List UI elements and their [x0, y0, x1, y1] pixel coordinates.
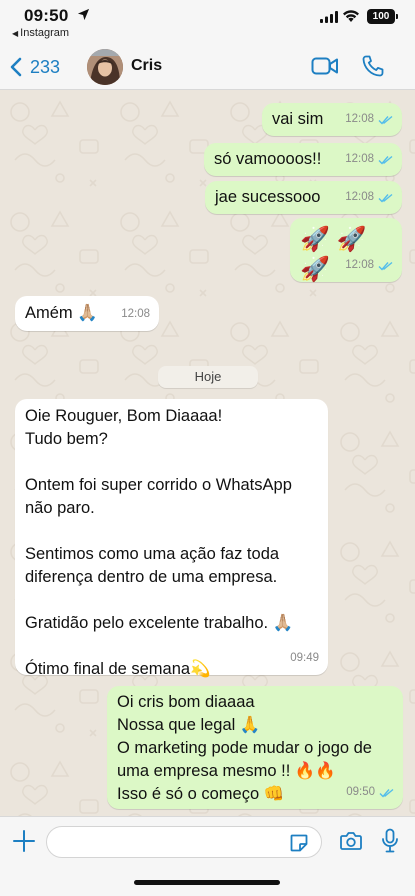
message-time: 09:49 — [290, 652, 319, 664]
home-indicator[interactable] — [134, 880, 280, 885]
read-ticks-icon — [378, 261, 393, 271]
back-app-label: Instagram — [20, 27, 70, 39]
read-ticks-icon — [378, 115, 393, 125]
chat-area[interactable]: vai sim 12:08 só vamoooos!! 12:08 jae su… — [0, 90, 415, 816]
read-ticks-icon — [378, 193, 393, 203]
phone-icon[interactable] — [361, 54, 385, 78]
message-time: 12:08 — [345, 113, 374, 125]
status-time: 09:50 — [24, 6, 69, 25]
back-button[interactable]: 233 — [10, 53, 60, 81]
message-meta: 09:49 — [290, 647, 319, 670]
message-bubble[interactable]: Oie Rouguer, Bom Diaaaa! Tudo bem? Ontem… — [15, 399, 328, 678]
microphone-icon[interactable] — [381, 828, 399, 854]
sticker-icon[interactable] — [289, 833, 309, 853]
read-ticks-icon — [378, 155, 393, 165]
day-separator: Hoje — [158, 366, 258, 388]
message-meta: 12:08 — [345, 148, 393, 171]
camera-icon[interactable] — [339, 830, 363, 852]
message-meta: 12:08 — [345, 108, 393, 131]
signal-icon — [320, 11, 338, 23]
battery-icon: 100 — [367, 9, 398, 24]
message-time: 12:08 — [345, 259, 374, 271]
message-meta: 09:50 — [346, 781, 394, 804]
back-to-app-link[interactable]: ◀ Instagram — [12, 27, 69, 39]
chat-header: 233 Cris — [0, 44, 415, 90]
message-bubble[interactable]: Oi cris bom diaaaa Nossa que legal 🙏 O m… — [107, 686, 403, 809]
message-bubble[interactable]: Amém 🙏🏼 12:08 — [15, 296, 159, 331]
read-ticks-icon — [379, 788, 394, 798]
message-bubble[interactable]: só vamoooos!! 12:08 — [204, 143, 402, 176]
message-text: Oie Rouguer, Bom Diaaaa! Tudo bem? Ontem… — [25, 407, 294, 678]
message-meta: 12:08 — [345, 254, 393, 277]
message-input[interactable] — [46, 826, 322, 858]
message-time: 09:50 — [346, 786, 375, 798]
message-bubble[interactable]: vai sim 12:08 — [262, 103, 402, 136]
message-text: só vamoooos!! — [214, 150, 322, 168]
unread-count: 233 — [30, 56, 61, 77]
status-bar: 09:50 ◀ Instagram 100 — [0, 0, 415, 44]
message-text: vai sim — [272, 110, 324, 128]
message-time: 12:08 — [345, 191, 374, 203]
message-meta: 12:08 — [345, 186, 393, 209]
message-bubble[interactable]: 🚀 🚀 🚀 12:08 — [290, 218, 402, 283]
video-camera-icon[interactable] — [311, 56, 339, 76]
location-arrow-icon — [77, 8, 90, 21]
avatar[interactable] — [87, 49, 123, 85]
message-bubble[interactable]: jae sucessooo 12:08 — [205, 181, 402, 214]
message-time: 12:08 — [345, 153, 374, 165]
message-text: jae sucessooo — [215, 188, 321, 206]
message-meta: 12:08 — [121, 303, 150, 326]
back-triangle-icon: ◀ — [12, 29, 19, 38]
plus-icon[interactable] — [12, 829, 36, 853]
avatar-photo — [87, 49, 123, 85]
message-time: 12:08 — [121, 308, 150, 320]
message-text: Amém 🙏🏼 — [25, 304, 98, 322]
chevron-left-icon — [10, 57, 22, 77]
contact-name[interactable]: Cris — [131, 57, 162, 75]
wifi-icon — [343, 10, 359, 22]
